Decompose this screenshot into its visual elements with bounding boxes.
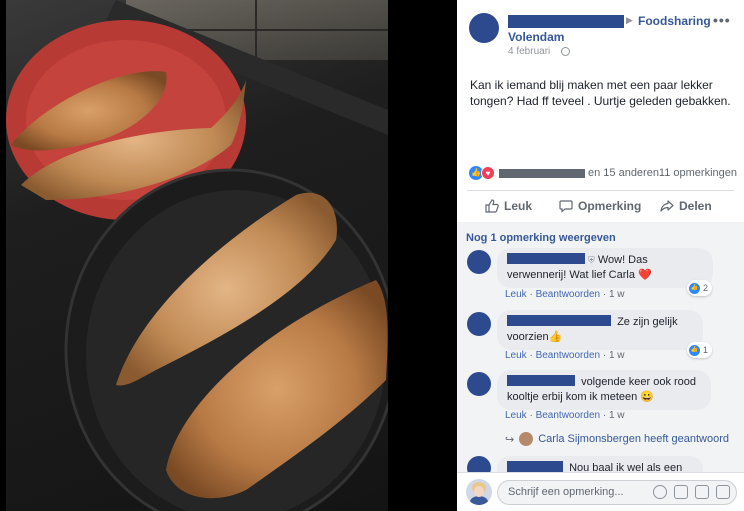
- post-panel: ▶ Foodsharing Volendam ••• 4 februari Ka…: [457, 0, 744, 511]
- comment-input[interactable]: Schrijf een opmerking...: [497, 480, 737, 505]
- gif-icon[interactable]: [695, 485, 709, 499]
- commenter-avatar[interactable]: [467, 372, 491, 396]
- comment-composer: Schrijf een opmerking...: [457, 472, 744, 511]
- divider: [467, 190, 734, 191]
- my-avatar[interactable]: [466, 479, 492, 505]
- emoji-icon[interactable]: [653, 485, 667, 499]
- comment-time[interactable]: 1 w: [609, 410, 625, 421]
- comment-bubble: volgende keer ook rood kooltje erbij kom…: [497, 370, 711, 410]
- avatar-face: [474, 486, 484, 497]
- comment-bubble: ⛨ Wow! Das verwennerij! Wat lief Carla ❤…: [497, 248, 713, 288]
- commenter-avatar[interactable]: [467, 312, 491, 336]
- comment-text-line2: verwennerij! Wat lief Carla ❤️: [507, 269, 652, 281]
- comment-reaction-count: 1: [703, 345, 709, 355]
- commenter-name-redacted[interactable]: [507, 375, 575, 386]
- shield-icon: ⛨: [588, 255, 595, 265]
- like-button[interactable]: Leuk: [485, 192, 532, 220]
- poster-avatar[interactable]: [469, 13, 499, 43]
- poster-name-redacted[interactable]: [508, 15, 624, 28]
- comment-bubble: Ze zijn gelijk voorzien👍: [497, 310, 703, 350]
- comment-input-placeholder: Schrijf een opmerking...: [508, 486, 624, 498]
- comment-reactions[interactable]: 👍 2: [687, 280, 713, 296]
- reply-note: Carla Sijmonsbergen heeft geantwoord: [538, 433, 729, 445]
- comment-reactions[interactable]: 👍 1: [687, 342, 713, 358]
- like-reaction-icon: 👍: [689, 344, 700, 356]
- post-actions: Leuk Opmerking Delen: [467, 192, 734, 220]
- replies-link[interactable]: ↪ Carla Sijmonsbergen heeft geantwoord: [505, 432, 729, 446]
- comment-like-link[interactable]: Leuk: [505, 410, 527, 421]
- comment-reaction-count: 2: [703, 283, 709, 293]
- share-arrow-icon: [660, 200, 674, 212]
- comment-like-link[interactable]: Leuk: [505, 289, 527, 300]
- group-name-line2[interactable]: Volendam: [508, 30, 564, 44]
- more-options-icon[interactable]: •••: [713, 12, 731, 28]
- show-more-comments-link[interactable]: Nog 1 opmerking weergeven: [466, 232, 616, 244]
- avatar-body: [470, 496, 488, 505]
- group-name[interactable]: Foodsharing: [638, 14, 711, 28]
- comment-button[interactable]: Opmerking: [559, 192, 641, 220]
- commenter-name-redacted[interactable]: [507, 253, 585, 264]
- post-date[interactable]: 4 februari: [508, 46, 550, 57]
- comment-time[interactable]: 1 w: [609, 350, 625, 361]
- commenter-name-redacted[interactable]: [507, 461, 563, 472]
- comment-bubble: Nou baal ik wel als een: [497, 456, 703, 472]
- composer-icons: [653, 485, 730, 499]
- reactor-name-redacted: [499, 169, 585, 178]
- replier-avatar: [519, 432, 534, 446]
- comment-reply-link[interactable]: Beantwoorden: [536, 289, 601, 300]
- comment-text-line1: Nou baal ik wel als een: [569, 462, 683, 472]
- love-reaction-icon: ♥: [481, 166, 495, 180]
- shared-to-arrow-icon: ▶: [626, 15, 633, 25]
- post-photo[interactable]: [0, 0, 457, 511]
- comment-meta: Leuk · Beantwoorden · 1 w: [505, 410, 625, 421]
- fish-photo: [6, 0, 388, 511]
- share-label: Delen: [679, 199, 712, 213]
- comment-meta: Leuk · Beantwoorden · 1 w: [505, 289, 625, 300]
- comment-reply-link[interactable]: Beantwoorden: [536, 410, 601, 421]
- comment-bubble-icon: [559, 200, 573, 213]
- commenter-avatar[interactable]: [467, 456, 491, 472]
- comment-text-line2: kooltje erbij kom ik meteen 😀: [507, 391, 654, 403]
- reactions-others[interactable]: en 15 anderen: [588, 167, 659, 179]
- comment-like-link[interactable]: Leuk: [505, 350, 527, 361]
- comment-label: Opmerking: [578, 199, 642, 213]
- sticker-icon[interactable]: [716, 485, 730, 499]
- post-text: Kan ik iemand blij maken met een paar le…: [470, 78, 731, 108]
- comment-count[interactable]: 11 opmerkingen: [659, 167, 737, 179]
- comment-meta: Leuk · Beantwoorden · 1 w: [505, 350, 625, 361]
- thumbs-up-icon: [485, 199, 499, 213]
- share-button[interactable]: Delen: [660, 192, 712, 220]
- reactions-bar[interactable]: 👍 ♥ en 15 anderen 11 opmerkingen: [469, 166, 737, 182]
- comments-section: Nog 1 opmerking weergeven ⛨ Wow! Das ver…: [457, 222, 744, 472]
- commenter-avatar[interactable]: [467, 250, 491, 274]
- reply-arrow-icon: ↪: [505, 433, 515, 446]
- comment-text-line1: volgende keer ook rood: [581, 376, 697, 388]
- commenter-name-redacted[interactable]: [507, 315, 611, 326]
- comment-text-line1: Ze zijn gelijk: [617, 316, 678, 328]
- comment-text-line1: Wow! Das: [597, 254, 648, 266]
- like-label: Leuk: [504, 199, 533, 213]
- photo-illustration: [6, 0, 388, 511]
- like-reaction-icon: 👍: [689, 282, 700, 294]
- comment-time[interactable]: 1 w: [609, 289, 625, 300]
- comment-text-line2: voorzien👍: [507, 331, 563, 343]
- camera-icon[interactable]: [674, 485, 688, 499]
- comment-reply-link[interactable]: Beantwoorden: [536, 350, 601, 361]
- globe-icon: [561, 47, 570, 56]
